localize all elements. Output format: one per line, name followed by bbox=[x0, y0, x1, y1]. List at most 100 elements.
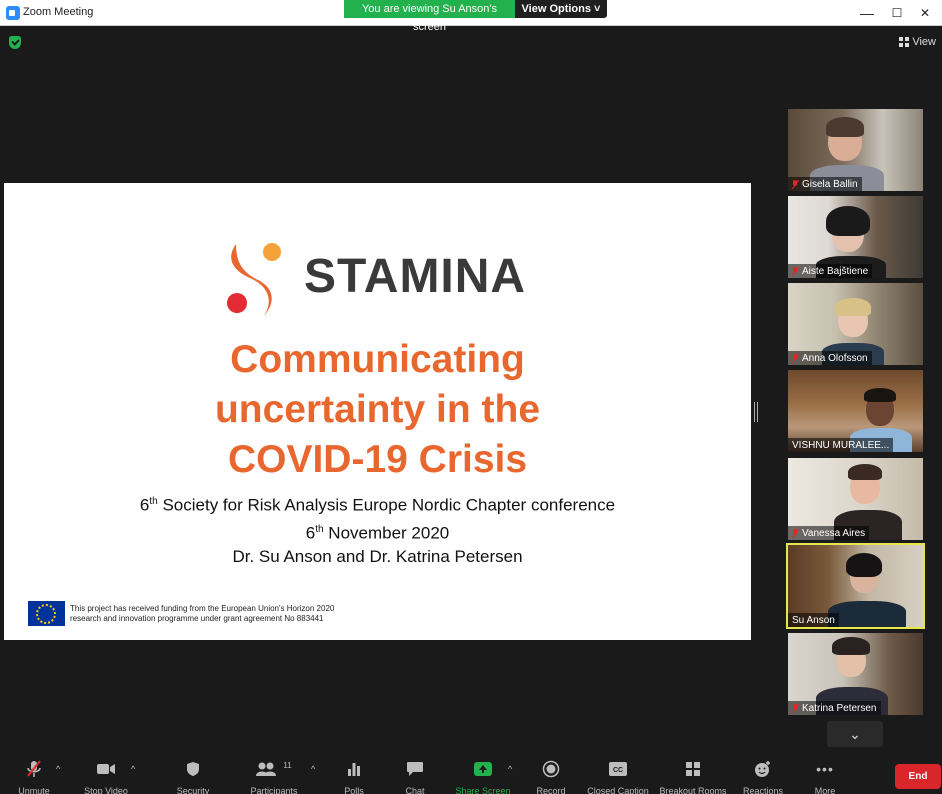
record-icon bbox=[542, 760, 560, 778]
participant-name: VISHNU MURALEE... bbox=[792, 439, 890, 451]
svg-text:CC: CC bbox=[613, 767, 623, 774]
reactions-button[interactable]: Reactions bbox=[740, 760, 786, 794]
breakout-rooms-label: Breakout Rooms bbox=[659, 786, 727, 794]
participant-name-bar: Gisela Ballin bbox=[788, 177, 862, 191]
stamina-logo-icon bbox=[227, 243, 281, 316]
participant-name-bar: Anna Olofsson bbox=[788, 351, 872, 365]
participant-name-bar: Katrina Petersen bbox=[788, 701, 881, 715]
polls-button[interactable]: Polls bbox=[336, 760, 372, 794]
security-button[interactable]: Security bbox=[172, 760, 214, 794]
eu-funding-line: research and innovation programme under … bbox=[70, 614, 324, 623]
zoom-app-icon bbox=[6, 6, 20, 20]
day-suffix: th bbox=[315, 523, 324, 535]
closed-caption-button[interactable]: CC Closed Caption bbox=[586, 760, 650, 794]
share-options-caret[interactable]: ^ bbox=[508, 764, 512, 774]
more-dots-icon: ••• bbox=[816, 761, 834, 777]
muted-mic-icon bbox=[792, 703, 799, 713]
more-button[interactable]: ••• More bbox=[808, 760, 842, 794]
participant-name-bar: Aiste Bajštiene bbox=[788, 264, 873, 278]
ordinal-number: 6 bbox=[139, 495, 150, 515]
participant-tile[interactable]: Aiste Bajštiene bbox=[788, 196, 923, 278]
resize-handle[interactable] bbox=[754, 402, 758, 422]
participant-name-bar: Su Anson bbox=[788, 613, 839, 627]
window-title: Zoom Meeting bbox=[23, 6, 94, 18]
conference-line: 6th Society for Risk Analysis Europe Nor… bbox=[4, 490, 751, 518]
zoom-window: Zoom Meeting — ☐ ✕ You are viewing Su An… bbox=[0, 0, 942, 794]
chat-label: Chat bbox=[405, 786, 425, 794]
minimize-button[interactable]: — bbox=[856, 3, 878, 23]
slide-title-line: Communicating bbox=[230, 338, 525, 381]
participant-tile[interactable]: VISHNU MURALEE... bbox=[788, 370, 923, 452]
grid-icon bbox=[899, 37, 910, 47]
security-label: Security bbox=[176, 786, 210, 794]
chat-bubble-icon bbox=[407, 762, 423, 776]
view-options-button[interactable]: View Options ˅ bbox=[515, 0, 607, 18]
reactions-smiley-icon bbox=[755, 761, 770, 777]
maximize-button[interactable]: ☐ bbox=[886, 3, 908, 23]
participant-name: Anna Olofsson bbox=[802, 352, 868, 364]
muted-mic-icon bbox=[792, 266, 799, 276]
scroll-down-button[interactable]: ⌄ bbox=[827, 721, 883, 747]
unmute-button[interactable]: Unmute bbox=[14, 760, 54, 794]
video-options-caret[interactable]: ^ bbox=[131, 764, 135, 774]
muted-mic-icon bbox=[792, 353, 799, 363]
eu-flag-icon bbox=[28, 601, 65, 626]
muted-microphone-icon bbox=[27, 760, 41, 777]
month-year: November 2020 bbox=[323, 523, 450, 543]
share-screen-label: Share Screen bbox=[455, 786, 511, 794]
slide-subtitle: 6th Society for Risk Analysis Europe Nor… bbox=[4, 490, 751, 569]
eu-funding-text: This project has received funding from t… bbox=[70, 604, 340, 624]
participant-tile-active-speaker[interactable]: Su Anson bbox=[786, 543, 925, 629]
view-toggle-label: View bbox=[912, 36, 936, 48]
participant-count-badge: 11 bbox=[283, 760, 292, 770]
share-screen-button[interactable]: Share Screen bbox=[454, 760, 512, 794]
security-shield-outline-icon bbox=[187, 762, 199, 776]
chat-button[interactable]: Chat bbox=[398, 760, 432, 794]
participant-name: Vanessa Aires bbox=[802, 527, 866, 539]
record-label: Record bbox=[536, 786, 566, 794]
close-button[interactable]: ✕ bbox=[914, 3, 936, 23]
security-shield-icon[interactable] bbox=[9, 36, 21, 49]
meeting-toolbar: Unmute ^ Stop Video ^ Security 11 Partic… bbox=[0, 752, 942, 794]
more-label: More bbox=[814, 786, 836, 794]
record-button[interactable]: Record bbox=[532, 760, 570, 794]
conference-name: Society for Risk Analysis Europe Nordic … bbox=[157, 495, 616, 515]
participant-tile[interactable]: Gisela Ballin bbox=[788, 109, 923, 191]
viewing-banner: You are viewing Su Anson's screen View O… bbox=[344, 0, 607, 33]
closed-caption-label: Closed Caption bbox=[587, 786, 649, 794]
participant-name-bar: VISHNU MURALEE... bbox=[788, 438, 894, 452]
chevron-down-icon: ⌄ bbox=[849, 726, 861, 742]
reactions-label: Reactions bbox=[742, 786, 784, 794]
participant-tile[interactable]: Vanessa Aires bbox=[788, 458, 923, 540]
breakout-rooms-icon bbox=[686, 762, 700, 776]
unmute-label: Unmute bbox=[18, 786, 50, 794]
end-meeting-button[interactable]: End bbox=[895, 764, 941, 789]
date-line: 6th November 2020 bbox=[4, 518, 751, 546]
muted-mic-icon bbox=[792, 179, 799, 189]
participant-tile[interactable]: Katrina Petersen bbox=[788, 633, 923, 715]
ordinal-suffix: th bbox=[149, 496, 158, 507]
polls-label: Polls bbox=[344, 786, 364, 794]
video-camera-icon bbox=[97, 764, 115, 774]
day-number: 6 bbox=[305, 523, 316, 543]
viewing-status-text: You are viewing Su Anson's screen bbox=[344, 0, 515, 33]
eu-funding-line: This project has received funding from t… bbox=[70, 604, 335, 613]
participant-name: Aiste Bajštiene bbox=[802, 265, 869, 277]
shared-screen: STAMINA Communicating uncertainty in the… bbox=[4, 183, 751, 640]
participants-button[interactable]: 11 Participants bbox=[248, 760, 300, 794]
breakout-rooms-button[interactable]: Breakout Rooms bbox=[658, 760, 728, 794]
share-screen-icon bbox=[474, 762, 492, 776]
participant-name: Katrina Petersen bbox=[802, 702, 877, 714]
audio-options-caret[interactable]: ^ bbox=[56, 764, 60, 774]
view-toggle-button[interactable]: View bbox=[899, 36, 936, 48]
stop-video-label: Stop Video bbox=[84, 786, 128, 794]
participant-name-bar: Vanessa Aires bbox=[788, 526, 870, 540]
slide-logo-text: STAMINA bbox=[304, 250, 527, 303]
muted-mic-icon bbox=[792, 528, 799, 538]
slide-title-line: COVID-19 Crisis bbox=[227, 438, 528, 481]
participant-tile[interactable]: Anna Olofsson bbox=[788, 283, 923, 365]
participants-options-caret[interactable]: ^ bbox=[311, 764, 315, 774]
stop-video-button[interactable]: Stop Video bbox=[80, 760, 132, 794]
slide-title-line: uncertainty in the bbox=[214, 388, 541, 431]
participant-name: Su Anson bbox=[792, 614, 835, 626]
